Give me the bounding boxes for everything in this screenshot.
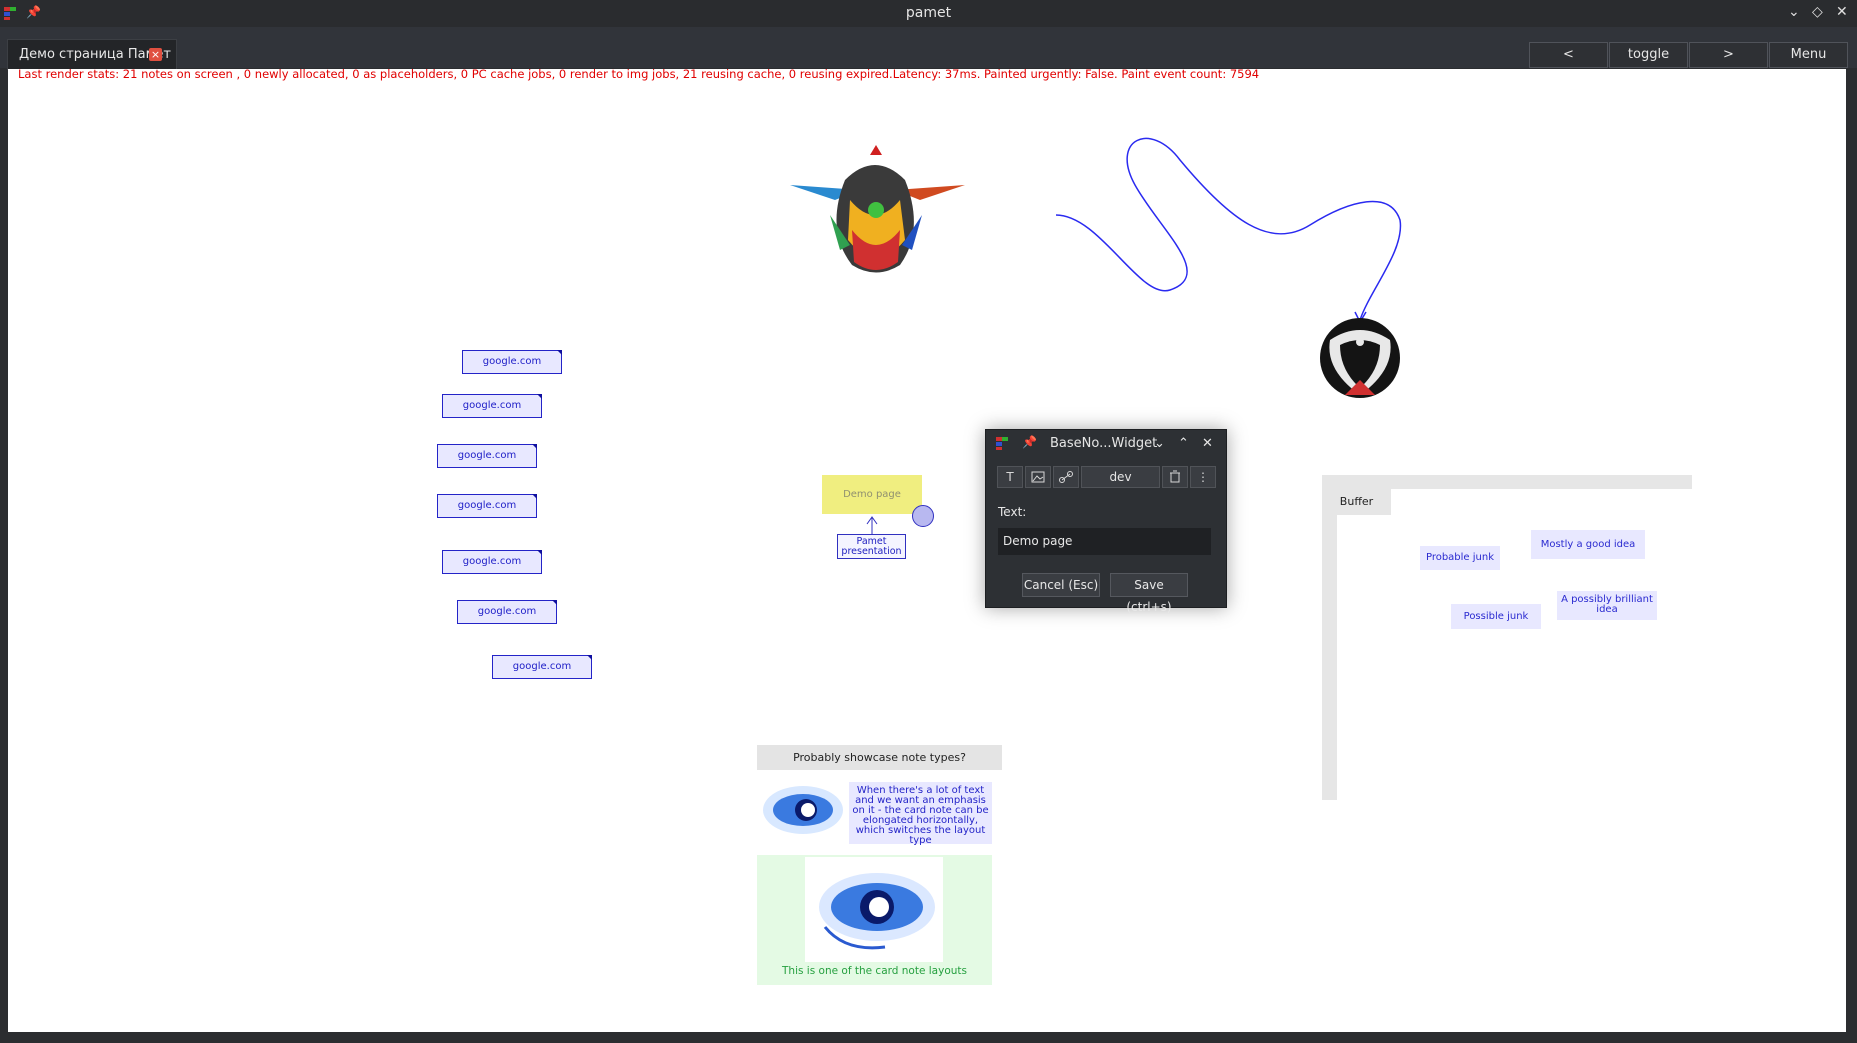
image-type-button[interactable] [1025, 466, 1051, 488]
cancel-button[interactable]: Cancel (Esc) [1022, 573, 1100, 597]
pamet-presentation-note[interactable]: Pamet presentation [837, 534, 906, 559]
link-note[interactable]: google.com [442, 550, 542, 574]
link-type-button[interactable] [1053, 466, 1079, 488]
bird-emblem-image[interactable] [790, 145, 965, 273]
demo-page-note[interactable]: Demo page [822, 475, 922, 514]
showcase-header-note[interactable]: Probably showcase note types? [757, 745, 1002, 770]
link-note[interactable]: google.com [462, 350, 562, 374]
dialog-title: BaseNo...Widget [1050, 436, 1158, 451]
save-button[interactable]: Save (ctrl+s) [1110, 573, 1188, 614]
text-field-label: Text: [998, 505, 1027, 519]
close-icon[interactable]: ✕ [1202, 436, 1213, 451]
image-icon [1031, 471, 1045, 483]
card-note[interactable]: This is one of the card note layouts [757, 855, 992, 985]
eye-image-large [805, 857, 943, 962]
buffer-frame-left [1322, 475, 1337, 800]
link-note[interactable]: google.com [442, 394, 542, 418]
connector-arrow[interactable] [866, 516, 878, 534]
drawn-curve[interactable] [1055, 137, 1402, 321]
text-field[interactable]: Demo page [998, 528, 1211, 555]
buffer-note[interactable]: Mostly a good idea [1531, 530, 1645, 559]
card-text-note[interactable]: When there's a lot of text and we want a… [849, 782, 992, 846]
tag-field[interactable]: dev [1081, 466, 1160, 488]
card-note-caption: This is one of the card note layouts [782, 965, 967, 977]
text-type-button[interactable]: T [997, 466, 1023, 488]
buffer-note[interactable]: A possibly brilliant idea [1557, 591, 1657, 620]
buffer-label: Buffer [1322, 489, 1391, 515]
link-icon [1059, 471, 1073, 483]
eye-image-small[interactable] [763, 786, 843, 834]
kebab-menu-icon: ⋮ [1197, 470, 1209, 484]
app-logo-icon [996, 437, 1008, 450]
more-options-button[interactable]: ⋮ [1190, 466, 1216, 488]
round-emblem-image[interactable] [1320, 318, 1400, 398]
chevron-down-icon[interactable]: ⌄ [1154, 436, 1165, 451]
link-note[interactable]: google.com [492, 655, 592, 679]
buffer-frame-top [1322, 475, 1692, 489]
delete-button[interactable] [1162, 466, 1188, 488]
pin-icon[interactable]: 📌 [1022, 435, 1037, 449]
trash-icon [1170, 470, 1180, 483]
chevron-up-icon[interactable]: ⌃ [1178, 436, 1189, 451]
buffer-note[interactable]: Possible junk [1451, 604, 1541, 629]
edit-note-dialog: 📌 BaseNo...Widget ⌄ ⌃ ✕ T dev ⋮ Text: De… [985, 429, 1227, 614]
resize-handle[interactable] [912, 505, 934, 527]
link-note[interactable]: google.com [437, 444, 537, 468]
link-note[interactable]: google.com [437, 494, 537, 518]
buffer-note[interactable]: Probable junk [1420, 546, 1500, 570]
link-note[interactable]: google.com [457, 600, 557, 624]
